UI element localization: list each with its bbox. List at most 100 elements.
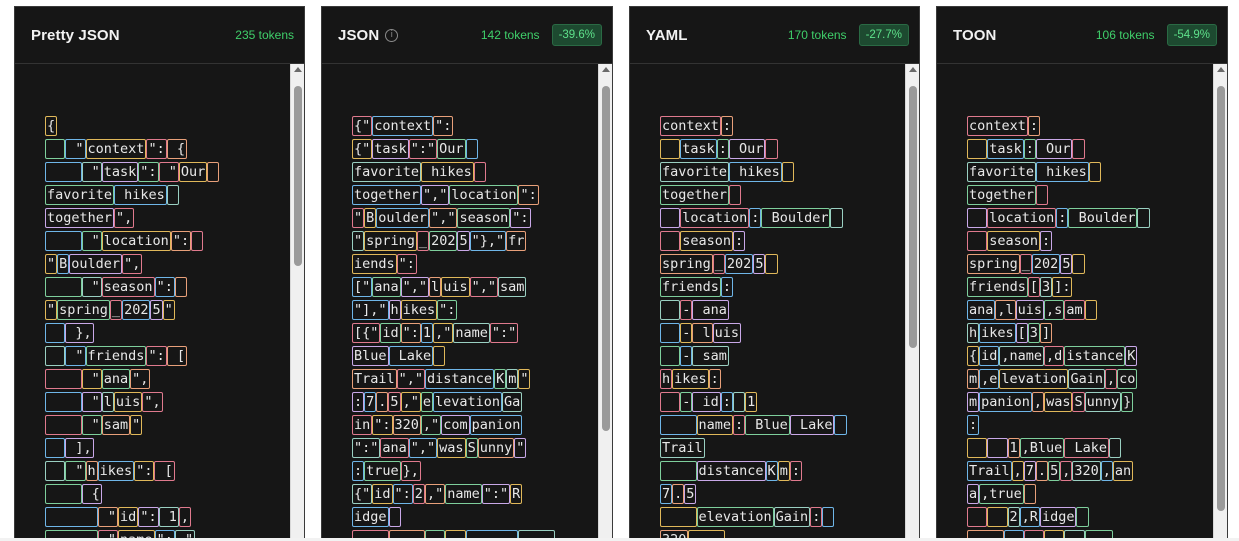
token[interactable] (1137, 208, 1150, 228)
token[interactable]: " (352, 208, 365, 228)
token[interactable]: idge (1039, 507, 1077, 527)
token[interactable] (45, 438, 66, 458)
token[interactable]: ": (510, 208, 531, 228)
token[interactable] (45, 323, 66, 343)
token[interactable]: K (1125, 346, 1138, 366)
token[interactable]: an (1112, 461, 1134, 481)
token[interactable]: ,Blue (1019, 438, 1065, 458)
scroll-up-arrow-icon[interactable] (602, 67, 610, 72)
token[interactable]: _ (712, 254, 725, 274)
token[interactable]: ":" (408, 139, 438, 159)
token[interactable]: " (81, 277, 102, 297)
token[interactable]: idge (352, 507, 389, 527)
token[interactable]: ana (372, 277, 401, 297)
token[interactable]: "," (469, 277, 498, 297)
token[interactable]: location (680, 208, 750, 228)
token[interactable]: Lake (789, 415, 835, 435)
token[interactable] (45, 484, 82, 504)
token[interactable] (967, 139, 988, 159)
token[interactable]: : (720, 116, 734, 136)
token[interactable]: l (101, 392, 114, 412)
token[interactable]: in (352, 415, 373, 435)
token[interactable]: fr (506, 231, 527, 251)
token[interactable]: ," (433, 323, 454, 343)
token[interactable]: " (65, 461, 86, 481)
token[interactable]: ": (146, 139, 167, 159)
token[interactable]: " (65, 346, 86, 366)
token[interactable]: Blue (745, 415, 790, 435)
token[interactable] (987, 507, 1008, 527)
scrollbar[interactable] (1213, 64, 1227, 541)
token[interactable]: 320 (392, 415, 421, 435)
token[interactable]: together (660, 185, 730, 205)
token[interactable] (660, 300, 681, 320)
token[interactable]: {" (352, 484, 373, 504)
token[interactable]: [ (1027, 277, 1041, 297)
token[interactable] (732, 392, 746, 412)
token[interactable]: Lake (1064, 438, 1109, 458)
token[interactable]: : (810, 507, 823, 527)
token[interactable]: context (85, 139, 147, 159)
token[interactable]: " (81, 415, 102, 435)
token[interactable]: ikes (400, 300, 438, 320)
token[interactable]: Trail (967, 461, 1012, 481)
token[interactable]: l (429, 277, 442, 297)
token[interactable]: " (45, 300, 58, 320)
token[interactable]: 202 (122, 300, 151, 320)
token[interactable]: 5 (1048, 461, 1061, 481)
token[interactable]: " (81, 392, 102, 412)
token[interactable]: ": (437, 300, 458, 320)
token[interactable] (765, 139, 778, 159)
token[interactable]: levation (999, 369, 1069, 389)
token[interactable] (660, 392, 681, 412)
token[interactable]: 202 (1031, 254, 1061, 274)
token[interactable]: B (57, 254, 70, 274)
token[interactable]: uis (441, 277, 470, 297)
token[interactable]: together (352, 185, 422, 205)
token[interactable]: . (1035, 461, 1049, 481)
token[interactable]: season (101, 277, 155, 297)
scrollbar[interactable] (905, 64, 919, 541)
token[interactable]: }, (65, 323, 94, 343)
token[interactable] (45, 392, 82, 412)
token[interactable]: 320 (1072, 461, 1101, 481)
token[interactable]: " (130, 415, 143, 435)
token[interactable]: m (506, 369, 519, 389)
token[interactable] (660, 208, 681, 228)
token[interactable]: context (967, 116, 1028, 136)
token[interactable] (1076, 507, 1089, 527)
token[interactable]: " (514, 438, 527, 458)
token[interactable]: ] (1039, 323, 1053, 343)
token[interactable]: 1 (420, 323, 434, 343)
token[interactable]: : (720, 392, 733, 412)
token[interactable]: , (1100, 461, 1113, 481)
token[interactable] (45, 507, 98, 527)
token[interactable]: ":" (481, 484, 511, 504)
token[interactable]: { (967, 346, 980, 366)
token[interactable]: id (118, 507, 139, 527)
token[interactable]: id (692, 392, 721, 412)
token[interactable] (207, 162, 220, 182)
token[interactable] (45, 415, 82, 435)
token[interactable]: 5 (388, 392, 401, 412)
token[interactable] (660, 461, 697, 481)
token[interactable]: ,e (979, 369, 1000, 389)
token[interactable]: sam (101, 415, 131, 435)
scroll-thumb[interactable] (909, 86, 917, 348)
token[interactable]: Trail (352, 369, 397, 389)
token[interactable]: { (81, 484, 102, 504)
token[interactable]: : (716, 139, 729, 159)
token[interactable]: season (987, 231, 1041, 251)
token[interactable]: - (680, 300, 693, 320)
token[interactable]: spring (660, 254, 713, 274)
token[interactable]: spring (57, 300, 110, 320)
token[interactable]: , (1060, 461, 1073, 481)
token[interactable]: "," (421, 185, 450, 205)
token[interactable]: : (733, 415, 746, 435)
token[interactable]: } (1121, 392, 1134, 412)
token[interactable] (1072, 139, 1085, 159)
token[interactable]: h (967, 323, 980, 343)
token[interactable]: ana (967, 300, 996, 320)
scrollbar[interactable] (598, 64, 612, 541)
token[interactable]: name (445, 484, 482, 504)
